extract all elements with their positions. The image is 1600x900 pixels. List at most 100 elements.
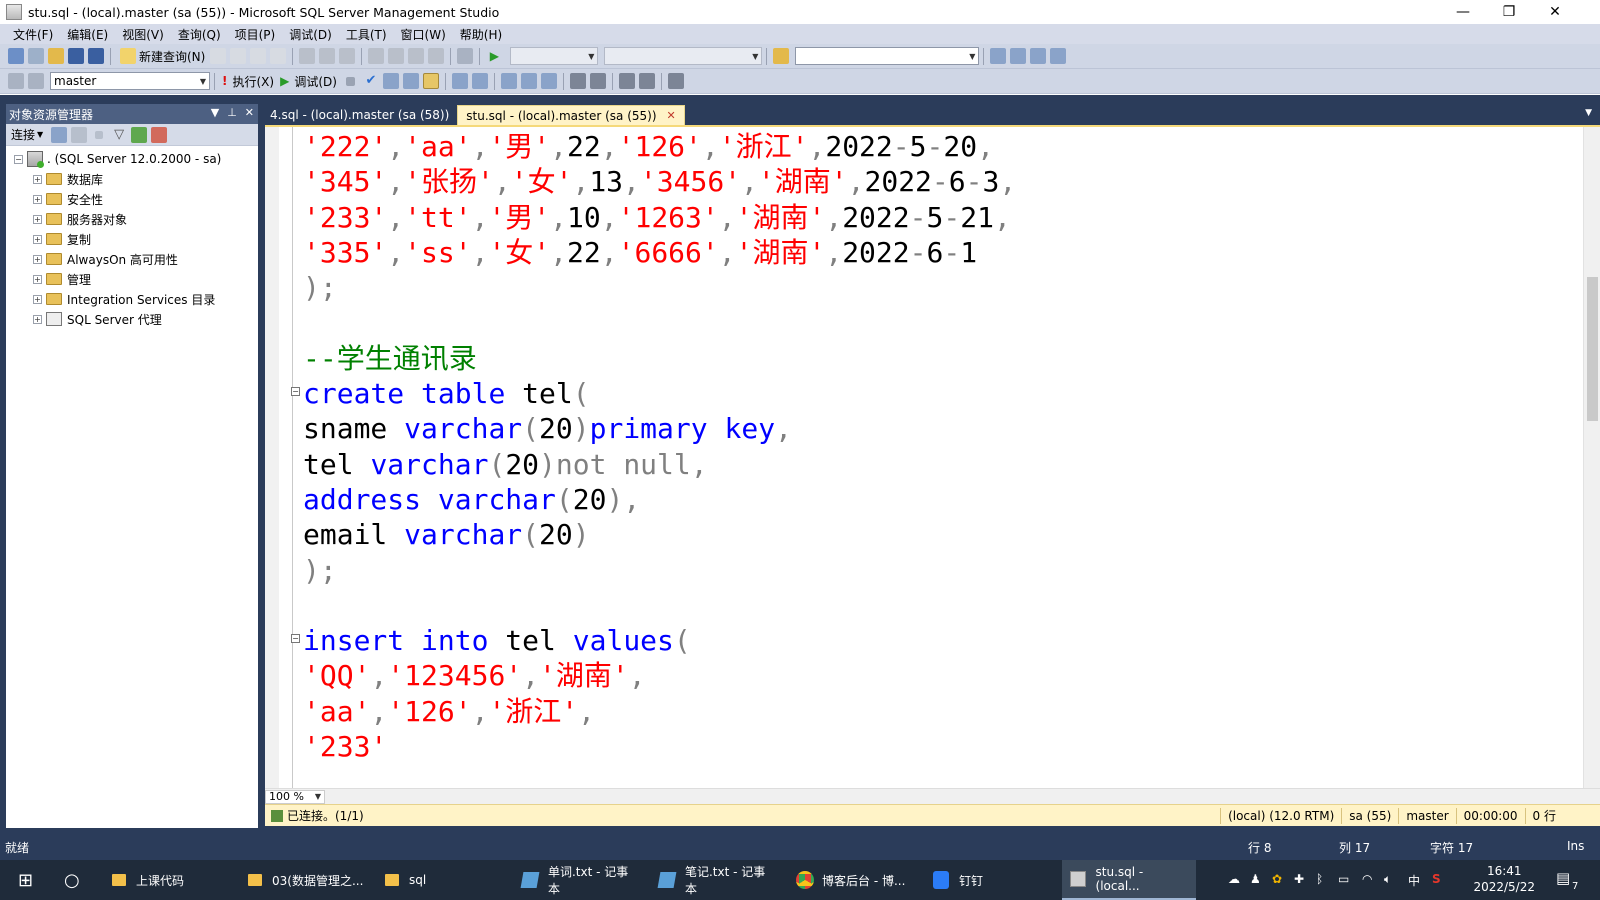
battery-icon[interactable]: ▭ <box>1338 872 1349 886</box>
database-select[interactable]: master ▼ <box>50 72 210 90</box>
results-to-grid-icon[interactable] <box>520 73 537 89</box>
collapse-region-icon[interactable]: − <box>291 387 300 397</box>
expand-icon[interactable]: + <box>33 294 42 304</box>
color-app-icon[interactable]: ✿ <box>1272 872 1282 886</box>
ime-indicator[interactable]: 中 <box>1408 872 1420 889</box>
add-item-icon[interactable] <box>28 48 44 64</box>
tree-node-server[interactable]: − . (SQL Server 12.0.2000 - sa) <box>6 149 258 169</box>
screenshot-icon[interactable] <box>457 48 474 64</box>
close-button[interactable]: ✕ <box>1532 0 1578 24</box>
registered-servers-icon[interactable] <box>990 48 1007 64</box>
taskbar-item[interactable]: 单词.txt - 记事本 <box>514 860 648 900</box>
expand-icon[interactable]: + <box>33 314 42 324</box>
menu-edit[interactable]: 编辑(E) <box>60 26 115 43</box>
activity-monitor-icon[interactable] <box>151 126 168 143</box>
scrollbar-thumb[interactable] <box>1587 277 1598 421</box>
wifi-icon[interactable]: ◠ <box>1362 872 1372 886</box>
collapse-region-icon[interactable]: − <box>291 634 300 644</box>
panel-close-icon[interactable]: ✕ <box>245 106 254 119</box>
tree-node-sql-agent[interactable]: + SQL Server 代理 <box>6 309 258 329</box>
tree-node-integration-services[interactable]: + Integration Services 目录 <box>6 289 258 309</box>
connect-dropdown-button[interactable]: 连接 <box>11 126 35 143</box>
collapse-icon[interactable]: − <box>14 154 23 164</box>
display-estimated-plan-icon[interactable] <box>382 73 399 89</box>
refresh-icon[interactable] <box>131 126 148 143</box>
tab-stu-sql[interactable]: stu.sql - (local).master (sa (55)) ✕ <box>457 105 685 125</box>
paste-icon[interactable] <box>339 48 356 64</box>
search-icon[interactable]: ○ <box>56 860 88 900</box>
disconnect-icon[interactable] <box>71 126 88 143</box>
taskbar-item-active[interactable]: stu.sql - (local... <box>1062 860 1196 900</box>
find-in-files-icon[interactable] <box>773 48 790 64</box>
stop-icon[interactable] <box>95 130 104 139</box>
toolbox-icon[interactable] <box>1050 48 1067 64</box>
new-project-icon[interactable] <box>8 48 24 64</box>
expand-icon[interactable]: + <box>33 234 42 244</box>
people-icon[interactable]: ♟ <box>1250 872 1261 886</box>
solution-config-combo[interactable]: ▼ <box>510 47 599 65</box>
include-actual-plan-icon[interactable] <box>451 73 468 89</box>
save-icon[interactable] <box>68 48 84 64</box>
system-clock[interactable]: 16:41 2022/5/22 <box>1473 863 1535 895</box>
tree-node-security[interactable]: + 安全性 <box>6 189 258 209</box>
tree-node-management[interactable]: + 管理 <box>6 269 258 289</box>
tab-close-icon[interactable]: ✕ <box>667 109 676 122</box>
chevron-down-icon[interactable]: ▼ <box>37 130 43 139</box>
solution-platform-combo[interactable]: ▼ <box>604 47 763 65</box>
intellisense-icon[interactable] <box>422 73 439 89</box>
find-icon[interactable] <box>428 48 445 64</box>
debug-button[interactable]: ▶ 调试(D) <box>280 73 337 90</box>
new-query-button[interactable]: 新建查询(N) <box>118 48 205 65</box>
client-statistics-icon[interactable] <box>471 73 488 89</box>
tree-node-server-objects[interactable]: + 服务器对象 <box>6 209 258 229</box>
expand-icon[interactable]: + <box>33 214 42 224</box>
menu-file[interactable]: 文件(F) <box>6 26 60 43</box>
properties-icon[interactable] <box>1030 48 1047 64</box>
taskbar-item[interactable]: 博客后台 - 博... <box>788 860 922 900</box>
menu-help[interactable]: 帮助(H) <box>453 26 509 43</box>
decrease-indent-icon[interactable] <box>618 73 635 89</box>
uncomment-lines-icon[interactable] <box>589 73 606 89</box>
copy-icon[interactable] <box>319 48 336 64</box>
editor-vertical-scrollbar[interactable] <box>1583 127 1600 788</box>
taskbar-item[interactable]: 笔记.txt - 记事本 <box>651 860 785 900</box>
menu-view[interactable]: 视图(V) <box>115 26 171 43</box>
tab-4-sql[interactable]: 4.sql - (local).master (sa (58)) <box>262 105 457 125</box>
onedrive-icon[interactable]: ☁ <box>1228 872 1240 886</box>
panel-dropdown-icon[interactable]: ▼ <box>211 106 219 119</box>
tree-node-databases[interactable]: + 数据库 <box>6 169 258 189</box>
menu-debug[interactable]: 调试(D) <box>282 26 339 43</box>
results-to-text-icon[interactable] <box>500 73 517 89</box>
cut-icon[interactable] <box>299 48 316 64</box>
notification-center-icon[interactable]: ▤ <box>1556 869 1570 887</box>
undo-icon[interactable] <box>368 48 385 64</box>
specify-template-values-icon[interactable] <box>667 73 684 89</box>
navigate-icon[interactable] <box>408 48 425 64</box>
connect-object-explorer-icon[interactable] <box>51 126 68 143</box>
filter-icon[interactable]: ▽ <box>111 127 127 143</box>
volume-icon[interactable]: 🔈︎ <box>1384 872 1391 887</box>
menu-window[interactable]: 窗口(W) <box>394 26 453 43</box>
expand-icon[interactable]: + <box>33 194 42 204</box>
taskbar-item[interactable]: 钉钉 <box>925 860 1059 900</box>
restore-button[interactable]: ❐ <box>1486 0 1532 24</box>
security-icon[interactable]: ✚ <box>1294 872 1304 886</box>
tree-node-replication[interactable]: + 复制 <box>6 229 258 249</box>
taskbar-item[interactable]: sql <box>377 860 511 900</box>
minimize-button[interactable]: — <box>1440 0 1486 24</box>
pin-icon[interactable]: ⊥ <box>227 106 237 119</box>
expand-icon[interactable]: + <box>33 254 42 264</box>
sogou-input-icon[interactable]: S <box>1432 872 1441 886</box>
open-file-icon[interactable] <box>48 48 64 64</box>
results-to-file-icon[interactable] <box>540 73 557 89</box>
object-explorer-icon[interactable] <box>1010 48 1027 64</box>
redo-icon[interactable] <box>388 48 405 64</box>
analysis-mdx-query-icon[interactable] <box>230 48 247 64</box>
tree-node-alwayson[interactable]: + AlwaysOn 高可用性 <box>6 249 258 269</box>
menu-query[interactable]: 查询(Q) <box>171 26 228 43</box>
code-area[interactable]: '222','aa','男',22,'126','浙江',2022-5-20, … <box>291 129 1016 764</box>
change-connection-icon[interactable] <box>28 73 44 89</box>
start-debug-icon[interactable]: ▶ <box>486 48 502 64</box>
menu-tools[interactable]: 工具(T) <box>339 26 394 43</box>
tab-list-dropdown-icon[interactable]: ▼ <box>1585 108 1592 118</box>
